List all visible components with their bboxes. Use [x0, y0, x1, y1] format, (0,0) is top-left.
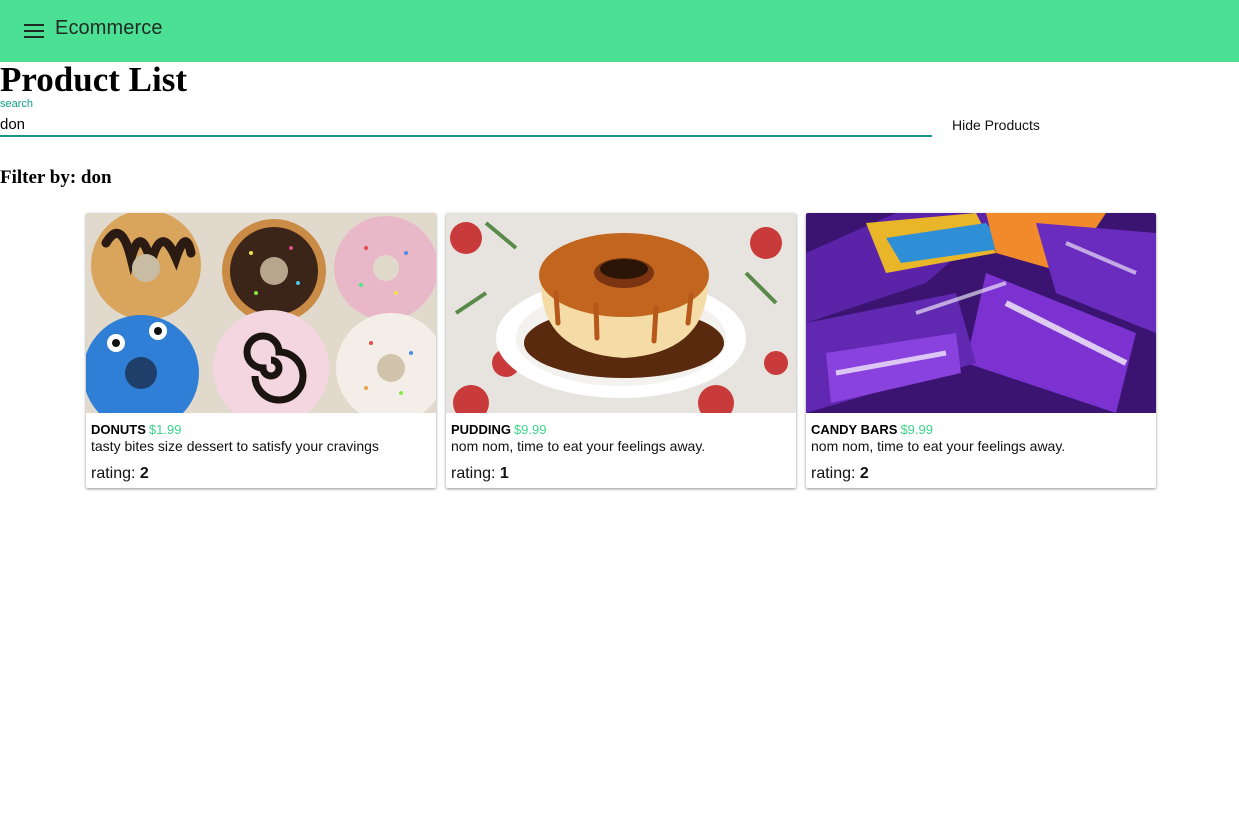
rating-label: rating:	[451, 465, 496, 482]
menu-button[interactable]	[20, 19, 48, 43]
filter-label: Filter by: don	[0, 167, 112, 188]
product-description: nom nom, time to eat your feelings away.	[811, 438, 1066, 454]
product-card[interactable]: PUDDING $9.99 nom nom, time to eat your f…	[446, 213, 796, 488]
rating-value: 2	[139, 465, 149, 482]
app-title: Ecommerce	[55, 17, 163, 39]
hamburger-menu-icon	[24, 24, 44, 38]
product-rating: rating: 1	[451, 465, 791, 483]
rating-value: 1	[499, 465, 509, 482]
donuts-photo	[86, 213, 436, 413]
product-list: DONUTS $1.99 tasty bites size dessert to …	[86, 213, 1156, 488]
product-description: nom nom, time to eat your feelings away.	[451, 438, 706, 454]
candy-bars-photo	[806, 213, 1156, 413]
pudding-photo	[446, 213, 796, 413]
product-price: $9.99	[513, 422, 547, 437]
product-name: PUDDING	[451, 422, 511, 437]
rating-label: rating:	[91, 465, 136, 482]
product-card[interactable]: CANDY BARS $9.99 nom nom, time to eat you…	[806, 213, 1156, 488]
app-toolbar: Ecommerce	[0, 0, 1239, 62]
rating-label: rating:	[811, 465, 856, 482]
search-label: search	[0, 98, 34, 110]
product-price: $9.99	[900, 422, 933, 437]
product-description: tasty bites size dessert to satisfy your…	[91, 438, 379, 454]
product-rating: rating: 2	[811, 465, 1151, 483]
product-name: DONUTS	[91, 422, 146, 437]
product-price: $1.99	[148, 422, 182, 437]
product-card[interactable]: DONUTS $1.99 tasty bites size dessert to …	[86, 213, 436, 488]
rating-value: 2	[859, 465, 869, 482]
product-rating: rating: 2	[91, 465, 431, 483]
hide-products-button[interactable]: Hide Products	[942, 112, 1050, 138]
product-name: CANDY BARS	[811, 422, 898, 437]
search-input[interactable]	[0, 113, 932, 137]
page-title: Product List	[0, 60, 187, 99]
